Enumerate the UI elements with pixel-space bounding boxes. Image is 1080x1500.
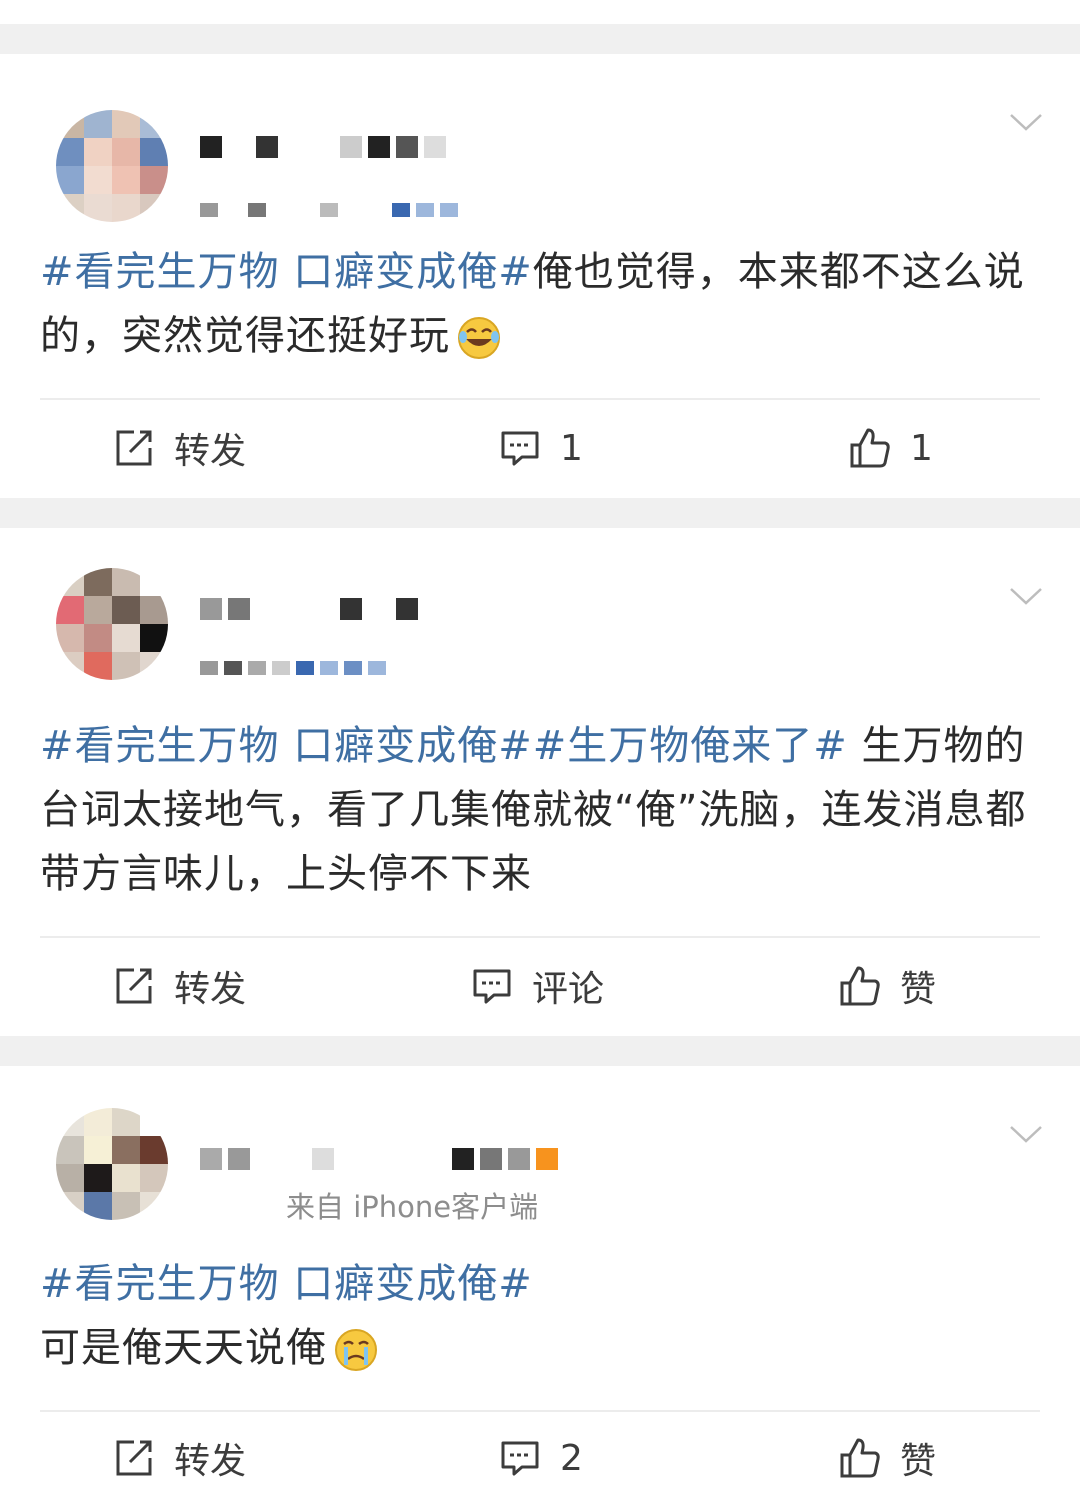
laughing-crying-emoji: [458, 317, 500, 359]
chevron-down-icon[interactable]: [1008, 110, 1044, 134]
share-icon: [116, 430, 152, 466]
share-icon: [116, 968, 152, 1004]
post-text: #看完生万物 口癖变成俺# 可是俺天天说俺: [40, 1261, 533, 1371]
comment-button[interactable]: 2: [498, 1428, 583, 1488]
username[interactable]: [200, 590, 418, 628]
hashtag-link[interactable]: #看完生万物 口癖变成俺#: [40, 249, 533, 295]
like-button[interactable]: 赞: [838, 956, 936, 1016]
repost-button[interactable]: 转发: [112, 1428, 246, 1488]
thumbs-up-icon: [840, 966, 880, 1006]
post-text: #看完生万物 口癖变成俺#俺也觉得，本来都不这么说的，突然觉得还挺好玩: [40, 249, 1025, 359]
username[interactable]: [200, 128, 446, 166]
comment-button[interactable]: 1: [498, 418, 583, 478]
feed-separator: [0, 24, 1080, 54]
post-text: #看完生万物 口癖变成俺##生万物俺来了# 生万物的台词太接地气，看了几集俺就被…: [40, 723, 1027, 897]
like-button[interactable]: 1: [848, 418, 933, 478]
post-card[interactable]: 来自 iPhone客户端 #看完生万物 口癖变成俺# 可是俺天天说俺 转发 2 赞: [0, 1066, 1080, 1500]
feed-separator: [0, 498, 1080, 528]
divider: [40, 936, 1040, 938]
post-meta: [200, 198, 458, 222]
comment-icon: [501, 431, 539, 466]
hashtag-link[interactable]: #生万物俺来了#: [533, 723, 848, 769]
username[interactable]: [200, 1140, 558, 1178]
chevron-down-icon[interactable]: [1008, 584, 1044, 608]
share-icon: [116, 1440, 152, 1476]
avatar[interactable]: [56, 110, 168, 222]
avatar[interactable]: [56, 1108, 168, 1220]
post-meta: [200, 656, 386, 680]
hashtag-link[interactable]: #看完生万物 口癖变成俺#: [40, 1261, 533, 1307]
repost-button[interactable]: 转发: [112, 956, 246, 1016]
thumbs-up-icon: [850, 428, 890, 468]
like-button[interactable]: 赞: [838, 1428, 936, 1488]
avatar[interactable]: [56, 568, 168, 680]
chevron-down-icon[interactable]: [1008, 1122, 1044, 1146]
post-card[interactable]: #看完生万物 口癖变成俺##生万物俺来了# 生万物的台词太接地气，看了几集俺就被…: [0, 528, 1080, 1036]
repost-button[interactable]: 转发: [112, 418, 246, 478]
comment-icon: [501, 1441, 539, 1476]
comment-icon: [473, 969, 511, 1004]
comment-button[interactable]: 评论: [470, 956, 604, 1016]
divider: [40, 398, 1040, 400]
hashtag-link[interactable]: #看完生万物 口癖变成俺#: [40, 723, 533, 769]
divider: [40, 1410, 1040, 1412]
post-source: 来自 iPhone客户端: [286, 1190, 539, 1224]
feed-separator: [0, 1036, 1080, 1066]
post-card[interactable]: #看完生万物 口癖变成俺#俺也觉得，本来都不这么说的，突然觉得还挺好玩 转发 1…: [0, 54, 1080, 498]
thumbs-up-icon: [840, 1438, 880, 1478]
crying-emoji: [335, 1329, 377, 1371]
